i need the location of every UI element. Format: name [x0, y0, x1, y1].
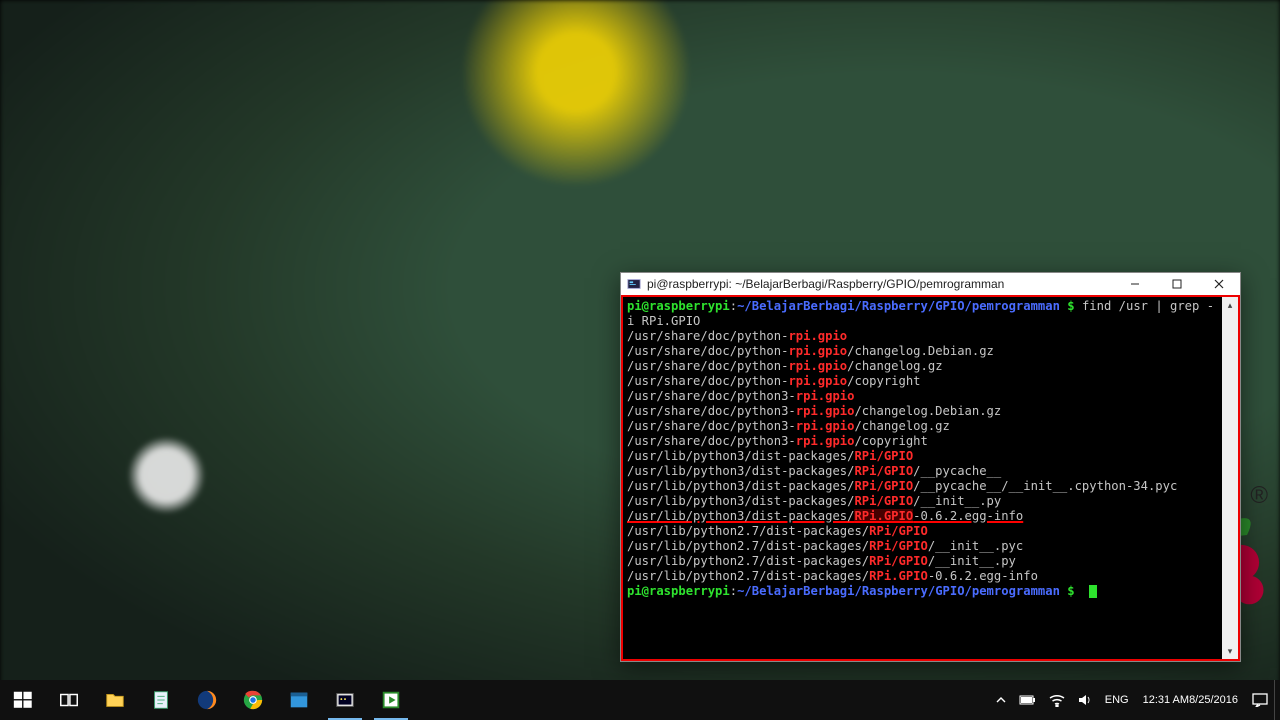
window-title: pi@raspberrypi: ~/BelajarBerbagi/Raspber… — [647, 277, 1114, 291]
notepad-button[interactable] — [138, 680, 184, 720]
tray-expand-button[interactable] — [989, 680, 1013, 720]
taskbar: ENG 12:31 AM 8/25/2016 — [0, 680, 1280, 720]
terminal-output[interactable]: pi@raspberrypi:~/BelajarBerbagi/Raspberr… — [623, 297, 1222, 659]
putty-icon — [627, 277, 641, 291]
action-center-button[interactable] — [1246, 680, 1274, 720]
scroll-up-button[interactable]: ▴ — [1222, 297, 1238, 313]
start-button[interactable] — [0, 680, 46, 720]
vs-button[interactable] — [276, 680, 322, 720]
language-indicator[interactable]: ENG — [1099, 680, 1135, 720]
volume-icon[interactable] — [1071, 680, 1099, 720]
clock-date: 8/25/2016 — [1189, 694, 1238, 707]
clock-time: 12:31 AM — [1143, 694, 1189, 707]
putty-taskbar-button[interactable] — [322, 680, 368, 720]
minimize-button[interactable] — [1114, 273, 1156, 295]
chrome-button[interactable] — [230, 680, 276, 720]
titlebar[interactable]: pi@raspberrypi: ~/BelajarBerbagi/Raspber… — [621, 273, 1240, 295]
scroll-track[interactable] — [1222, 313, 1238, 643]
show-desktop-button[interactable] — [1274, 680, 1280, 720]
terminal-window: pi@raspberrypi: ~/BelajarBerbagi/Raspber… — [620, 272, 1241, 662]
task-view-button[interactable] — [46, 680, 92, 720]
scroll-down-button[interactable]: ▾ — [1222, 643, 1238, 659]
wifi-icon[interactable] — [1043, 680, 1071, 720]
maximize-button[interactable] — [1156, 273, 1198, 295]
camtasia-button[interactable] — [368, 680, 414, 720]
firefox-button[interactable] — [184, 680, 230, 720]
file-explorer-button[interactable] — [92, 680, 138, 720]
language-label: ENG — [1105, 694, 1129, 706]
battery-icon[interactable] — [1013, 680, 1043, 720]
clock[interactable]: 12:31 AM 8/25/2016 — [1135, 680, 1246, 720]
terminal-scrollbar[interactable]: ▴ ▾ — [1222, 297, 1238, 659]
close-button[interactable] — [1198, 273, 1240, 295]
